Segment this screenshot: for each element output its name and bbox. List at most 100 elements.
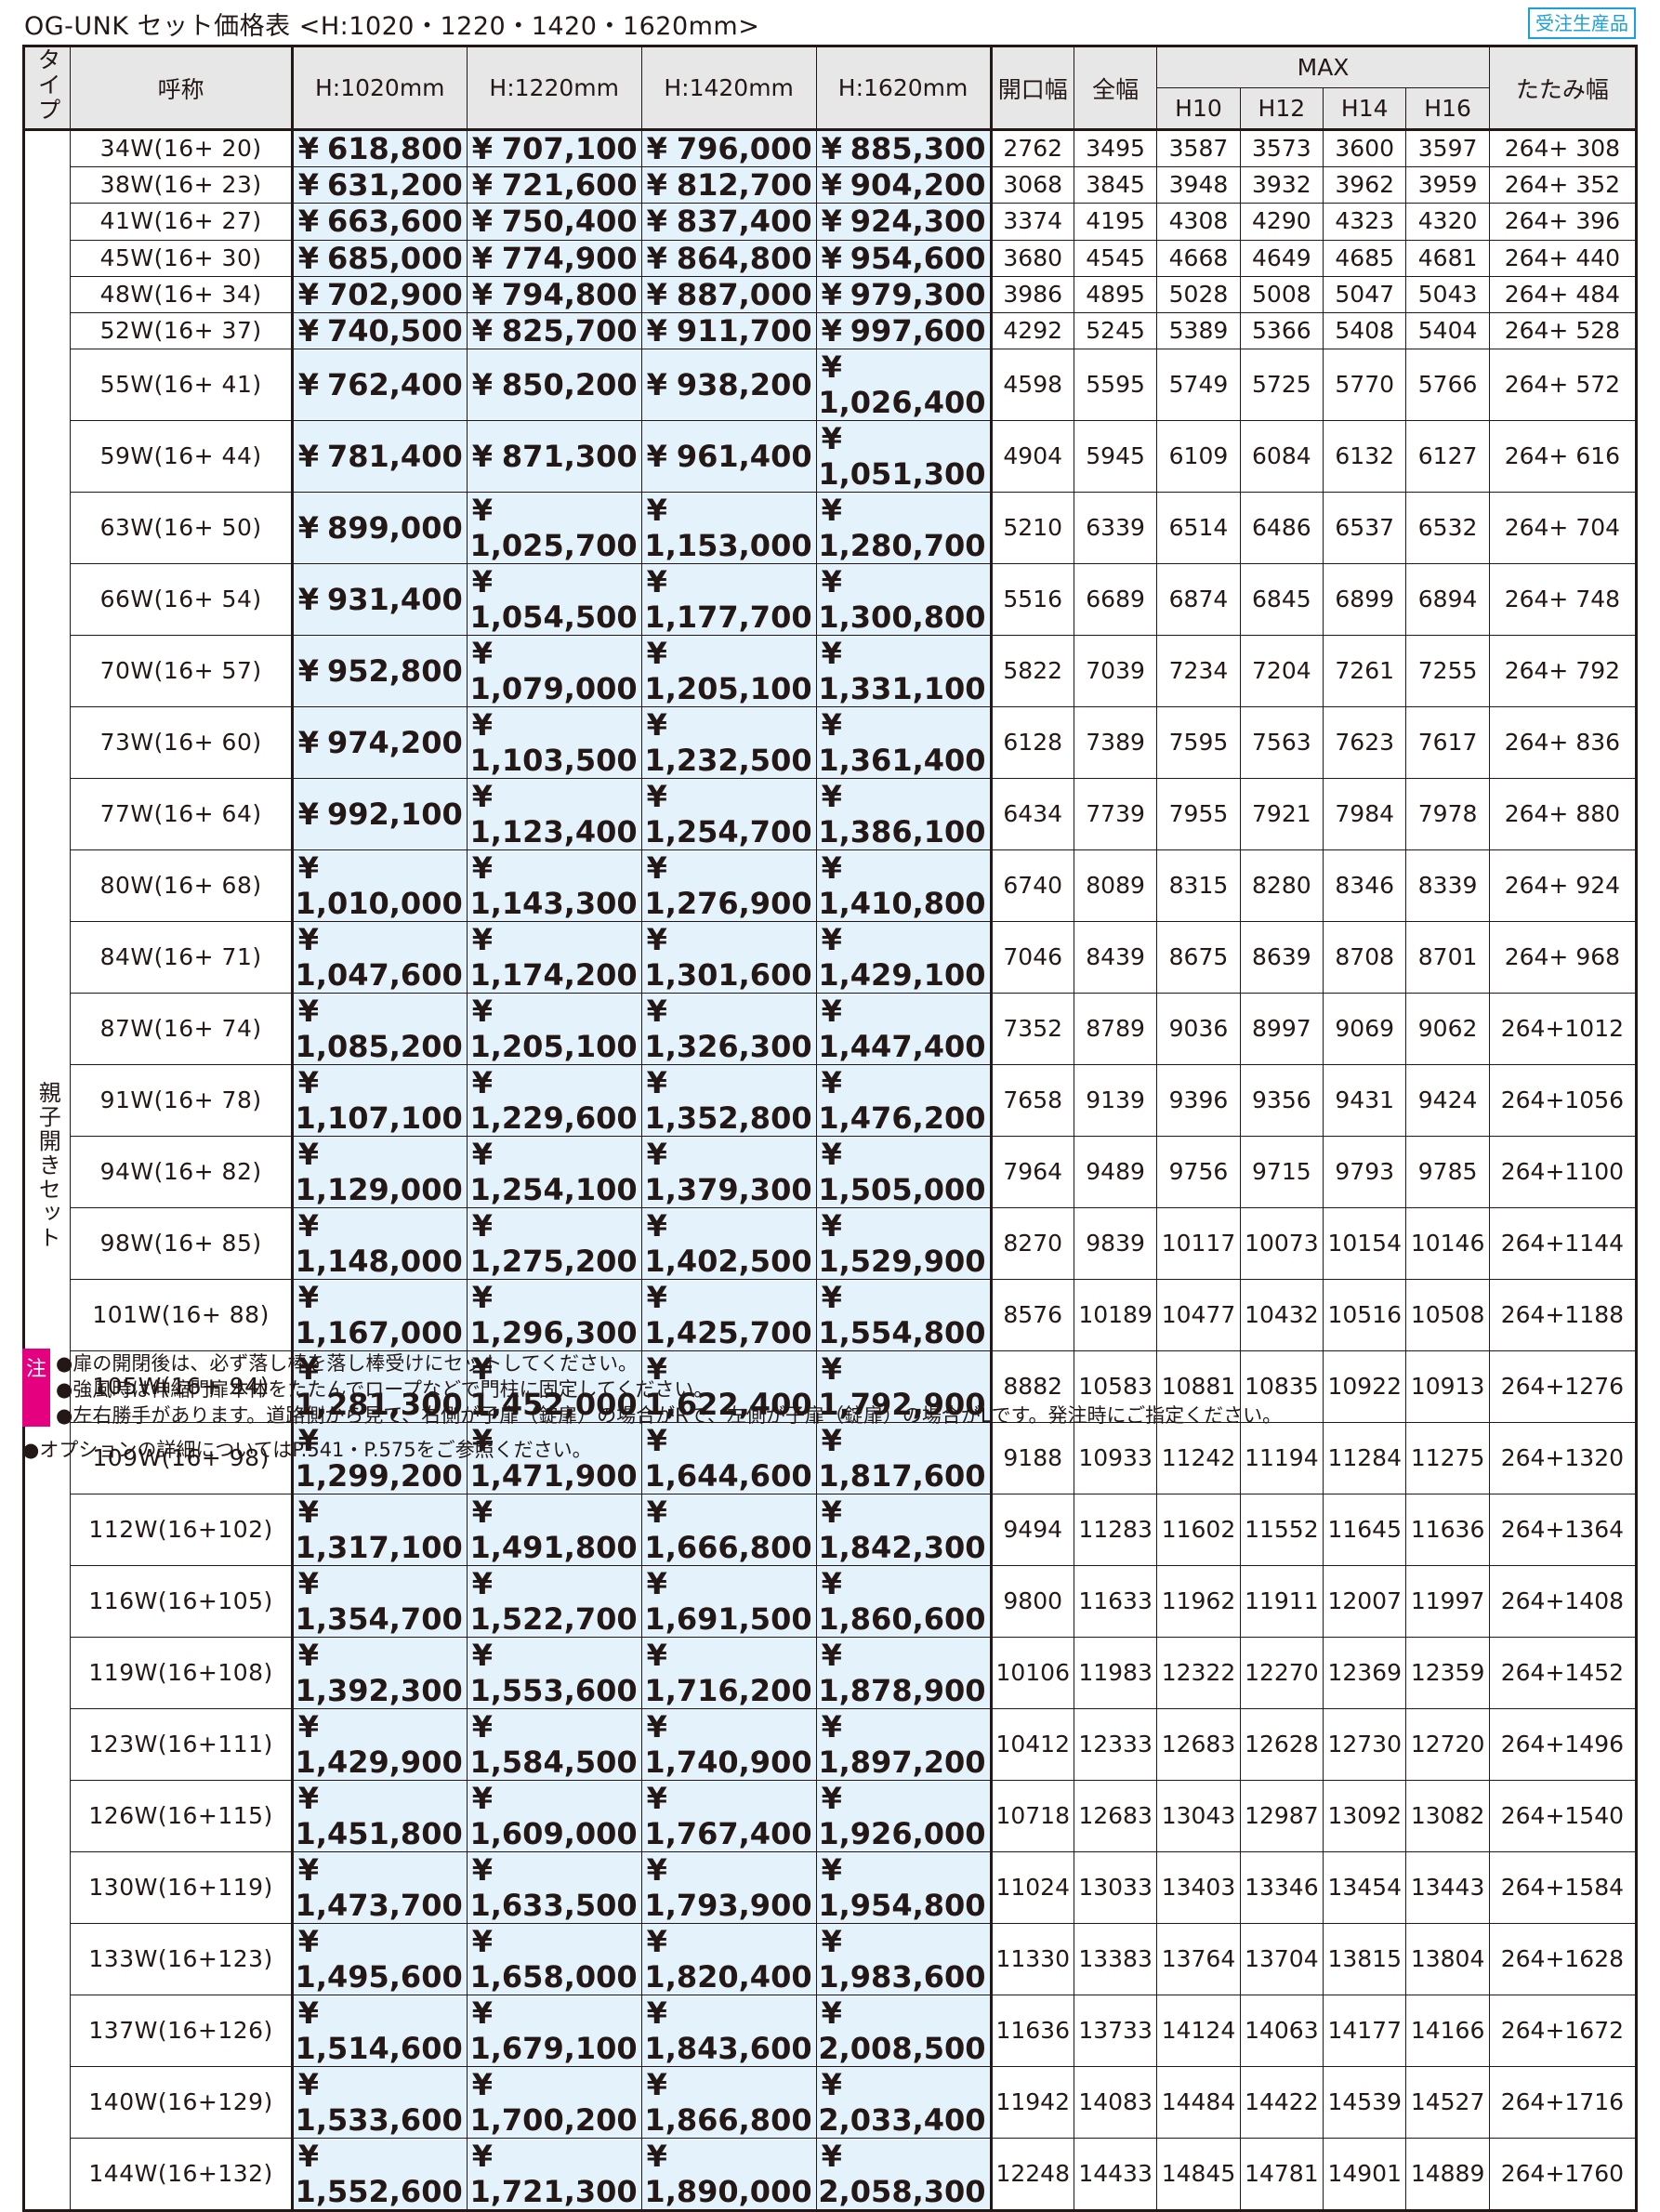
max-cell: 11194 [1239, 1422, 1324, 1495]
total-width-cell: 5595 [1073, 349, 1158, 422]
max-cell: 6132 [1323, 420, 1407, 494]
max-cell: 14166 [1405, 1995, 1490, 2068]
max-cell: 14527 [1405, 2066, 1490, 2140]
max-cell: 4685 [1323, 239, 1407, 277]
opening-cell: 11636 [990, 1995, 1074, 2068]
table-row: 55W(16+ 41) ¥762,400 ¥850,200 ¥938,200 ¥1,02… [24, 349, 1638, 422]
max-cell: 9069 [1323, 993, 1407, 1066]
table-row: 66W(16+ 54) ¥931,400 ¥1,054,500 ¥1,177,700 ¥… [24, 563, 1638, 637]
total-width-cell: 11633 [1073, 1565, 1158, 1639]
max-cell: 10117 [1156, 1207, 1241, 1281]
folded-width-cell: 264+ 396 [1488, 203, 1638, 241]
max-cell: 12322 [1156, 1637, 1241, 1710]
max-cell: 9431 [1323, 1064, 1407, 1138]
max-cell: 13043 [1156, 1780, 1241, 1853]
folded-width-cell: 264+1188 [1488, 1279, 1638, 1352]
price-cell: ¥1,552,600 [291, 2138, 468, 2212]
folded-width-cell: 264+1320 [1488, 1422, 1638, 1495]
folded-width-cell: 264+1144 [1488, 1207, 1638, 1281]
price-cell: ¥864,800 [640, 239, 817, 277]
table-row: 45W(16+ 30) ¥685,000 ¥774,900 ¥864,800 ¥954,… [24, 239, 1638, 277]
max-cell: 9785 [1405, 1136, 1490, 1209]
name-cell: 98W(16+ 85) [70, 1207, 294, 1281]
max-cell: 7234 [1156, 635, 1241, 708]
max-cell: 8997 [1239, 993, 1324, 1066]
price-cell: ¥1,514,600 [291, 1995, 468, 2068]
price-cell: ¥1,553,600 [466, 1637, 642, 1710]
max-cell: 6084 [1239, 420, 1324, 494]
max-cell: 12359 [1405, 1637, 1490, 1710]
table-row: 77W(16+ 64) ¥992,100 ¥1,123,400 ¥1,254,700 ¥… [24, 778, 1638, 851]
max-cell: 5366 [1239, 311, 1324, 350]
table-row: 119W(16+108) ¥1,392,300 ¥1,553,600 ¥1,716,2… [24, 1637, 1638, 1710]
name-cell: 133W(16+123) [70, 1923, 294, 1996]
table-row: 137W(16+126) ¥1,514,600 ¥1,679,100 ¥1,843,6… [24, 1995, 1638, 2068]
max-cell: 13403 [1156, 1851, 1241, 1925]
price-cell: ¥992,100 [291, 778, 468, 851]
name-cell: 73W(16+ 60) [70, 706, 294, 780]
max-cell: 7955 [1156, 778, 1241, 851]
folded-width-cell: 264+ 968 [1488, 921, 1638, 994]
name-cell: 52W(16+ 37) [70, 311, 294, 350]
price-cell: ¥1,451,800 [291, 1780, 468, 1853]
max-cell: 14422 [1239, 2066, 1324, 2140]
max-cell: 7261 [1323, 635, 1407, 708]
max-cell: 7978 [1405, 778, 1490, 851]
price-cell: ¥1,079,000 [466, 635, 642, 708]
price-cell: ¥1,275,200 [466, 1207, 642, 1281]
opening-cell: 3374 [990, 203, 1074, 241]
max-cell: 11636 [1405, 1494, 1490, 1567]
max-cell: 9715 [1239, 1136, 1324, 1209]
folded-width-cell: 264+1628 [1488, 1923, 1638, 1996]
price-cell: ¥1,254,100 [466, 1136, 642, 1209]
name-cell: 59W(16+ 44) [70, 420, 294, 494]
price-cell: ¥1,644,600 [640, 1422, 817, 1495]
folded-width-cell: 264+ 308 [1488, 127, 1638, 168]
price-cell: ¥812,700 [640, 166, 817, 204]
price-cell: ¥1,793,900 [640, 1851, 817, 1925]
table-row: 123W(16+111) ¥1,429,900 ¥1,584,500 ¥1,740,9… [24, 1708, 1638, 1782]
max-cell: 8675 [1156, 921, 1241, 994]
name-cell: 63W(16+ 50) [70, 492, 294, 565]
price-cell: ¥1,010,000 [291, 849, 468, 923]
max-cell: 6532 [1405, 492, 1490, 565]
folded-width-cell: 264+ 792 [1488, 635, 1638, 708]
table-row: 38W(16+ 23) ¥631,200 ¥721,600 ¥812,700 ¥904,… [24, 166, 1638, 204]
price-cell: ¥1,890,000 [640, 2138, 817, 2212]
max-cell: 13443 [1405, 1851, 1490, 1925]
h1620-header: H:1620mm [815, 46, 993, 130]
opening-cell: 10412 [990, 1708, 1074, 1782]
max-cell: 14539 [1323, 2066, 1407, 2140]
price-cell: ¥721,600 [466, 166, 642, 204]
max-cell: 11911 [1239, 1565, 1324, 1639]
opening-cell: 8270 [990, 1207, 1074, 1281]
max-cell: 3948 [1156, 166, 1241, 204]
price-cell: ¥1,983,600 [815, 1923, 993, 1996]
price-cell: ¥1,103,500 [466, 706, 642, 780]
price-cell: ¥837,400 [640, 203, 817, 241]
max-cell: 10922 [1323, 1350, 1407, 1424]
price-cell: ¥1,529,900 [815, 1207, 993, 1281]
price-cell: ¥1,301,600 [640, 921, 817, 994]
max-cell: 12007 [1323, 1565, 1407, 1639]
max-cell: 6894 [1405, 563, 1490, 637]
price-cell: ¥979,300 [815, 275, 993, 313]
max-cell: 14889 [1405, 2138, 1490, 2212]
max-cell: 9396 [1156, 1064, 1241, 1138]
price-cell: ¥2,058,300 [815, 2138, 993, 2212]
max-cell: 12270 [1239, 1637, 1324, 1710]
table-row: 94W(16+ 82) ¥1,129,000 ¥1,254,100 ¥1,379,30… [24, 1136, 1638, 1209]
total-width-cell: 11983 [1073, 1637, 1158, 1710]
name-cell: 119W(16+108) [70, 1637, 294, 1710]
table-row: 73W(16+ 60) ¥974,200 ¥1,103,500 ¥1,232,500 ¥… [24, 706, 1638, 780]
price-cell: ¥1,296,300 [466, 1279, 642, 1352]
price-cell: ¥974,200 [291, 706, 468, 780]
folded-width-cell: 264+1716 [1488, 2066, 1638, 2140]
max-cell: 6537 [1323, 492, 1407, 565]
name-cell: 77W(16+ 64) [70, 778, 294, 851]
total-width-cell: 3845 [1073, 166, 1158, 204]
option-note: ●オプションの詳細についてはP.541・P.575をご参照ください。 [22, 1439, 592, 1461]
max-cell: 12730 [1323, 1708, 1407, 1782]
name-cell: 130W(16+119) [70, 1851, 294, 1925]
price-cell: ¥904,200 [815, 166, 993, 204]
